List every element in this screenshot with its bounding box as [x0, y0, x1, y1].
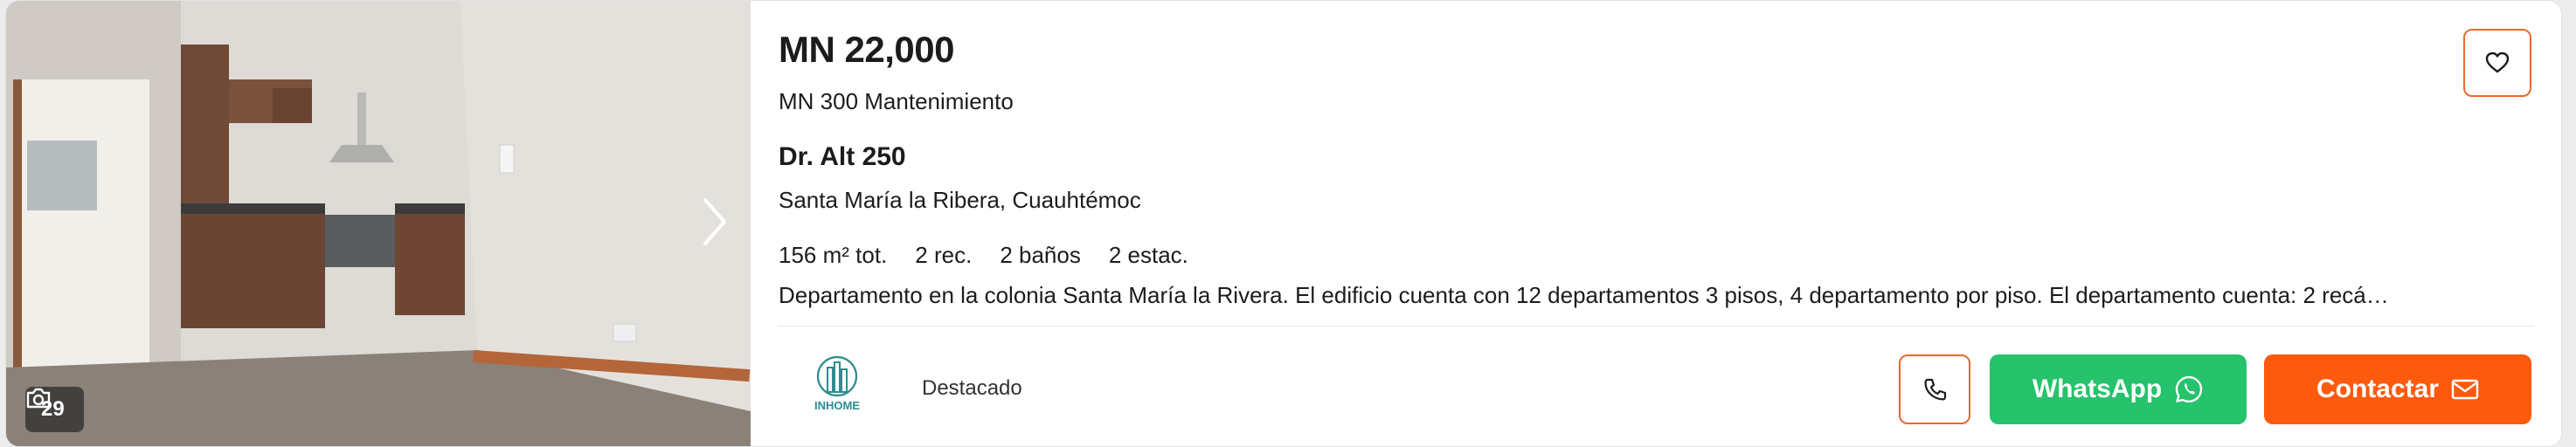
listing-description[interactable]: Departamento en la colonia Santa María l…: [779, 282, 2421, 309]
feature-area: 156 m² tot.: [779, 242, 888, 268]
feature-bedrooms: 2 rec.: [915, 242, 973, 268]
contact-button[interactable]: Contactar: [2264, 354, 2531, 424]
listing-price[interactable]: MN 22,000: [779, 29, 954, 71]
favorite-button[interactable]: [2463, 29, 2531, 97]
neighborhood: Santa María la Ribera, Cuauhtémoc: [779, 187, 1141, 213]
building-logo-icon: [816, 355, 858, 397]
divider: [779, 326, 2533, 327]
street-address[interactable]: Dr. Alt 250: [779, 142, 906, 172]
photo-count-badge[interactable]: 29: [25, 387, 84, 432]
camera-icon: [26, 388, 51, 409]
whatsapp-button-label: WhatsApp: [2032, 375, 2163, 403]
listing-info: MN 22,000 MN 300 Mantenimiento Dr. Alt 2…: [779, 1, 2561, 446]
listing-card[interactable]: 29 MN 22,000 MN 300 Mantenimiento Dr. Al…: [5, 0, 2562, 447]
agency-logo-text: INHOME: [814, 399, 860, 412]
feature-parking: 2 estac.: [1108, 242, 1188, 268]
contact-button-label: Contactar: [2316, 375, 2440, 403]
heart-icon: [2485, 52, 2510, 73]
whatsapp-button[interactable]: WhatsApp: [1990, 354, 2247, 424]
mail-icon: [2451, 379, 2479, 400]
maintenance-fee: MN 300 Mantenimiento: [779, 88, 1014, 114]
call-button[interactable]: [1899, 354, 1970, 424]
whatsapp-icon: [2175, 375, 2203, 402]
chevron-right-icon: [703, 198, 726, 245]
agency-logo[interactable]: INHOME: [808, 354, 866, 423]
feature-bathrooms: 2 baños: [1000, 242, 1081, 268]
listing-photo[interactable]: 29: [6, 1, 751, 446]
kitchen-photo-illustration: [6, 1, 751, 446]
featured-label: Destacado: [922, 376, 1022, 400]
features-list: 156 m² tot. 2 rec. 2 baños 2 estac.: [779, 242, 1188, 269]
next-photo-button[interactable]: [702, 196, 742, 252]
phone-icon: [1924, 378, 1947, 401]
